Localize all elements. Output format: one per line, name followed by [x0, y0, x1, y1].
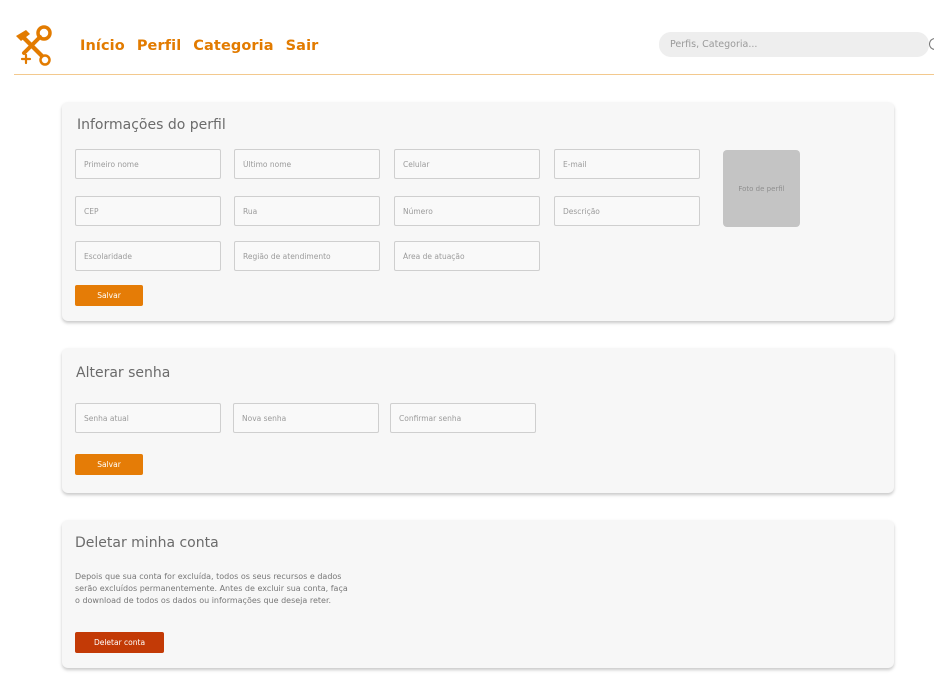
delete-description: Depois que sua conta for excluída, todos…: [75, 571, 395, 607]
profile-info-card: Informações do perfil Foto de perfil Sal…: [62, 102, 894, 321]
current-password-field[interactable]: [75, 403, 221, 433]
area-field[interactable]: [394, 241, 540, 271]
new-password-field[interactable]: [233, 403, 379, 433]
delete-description-line: Depois que sua conta for excluída, todos…: [75, 572, 342, 581]
region-field[interactable]: [234, 241, 380, 271]
first-name-field[interactable]: [75, 149, 221, 179]
nav-inicio[interactable]: Início: [80, 38, 125, 54]
search-icon[interactable]: [929, 38, 934, 50]
street-field[interactable]: [234, 196, 380, 226]
confirm-password-field[interactable]: [390, 403, 536, 433]
delete-card-title: Deletar minha conta: [75, 535, 219, 551]
education-field[interactable]: [75, 241, 221, 271]
delete-account-card: Deletar minha conta Depois que sua conta…: [62, 520, 894, 668]
password-card-title: Alterar senha: [76, 365, 171, 381]
cep-field[interactable]: [75, 196, 221, 226]
header-divider: [14, 74, 934, 75]
delete-description-line: o download de todos os dados ou informaç…: [75, 596, 332, 605]
last-name-field[interactable]: [234, 149, 380, 179]
profile-photo-label: Foto de perfil: [738, 184, 785, 193]
nav-perfil[interactable]: Perfil: [137, 38, 181, 54]
nav-categoria[interactable]: Categoria: [193, 38, 273, 54]
email-field[interactable]: [554, 149, 700, 179]
tools-logo-icon[interactable]: [12, 24, 54, 66]
top-header: Início Perfil Categoria Sair: [0, 0, 934, 76]
phone-field[interactable]: [394, 149, 540, 179]
change-password-card: Alterar senha Salvar: [62, 348, 894, 493]
delete-account-button[interactable]: Deletar conta: [75, 632, 164, 653]
number-field[interactable]: [394, 196, 540, 226]
main-nav: Início Perfil Categoria Sair: [80, 38, 318, 54]
search-input[interactable]: [659, 32, 929, 57]
profile-card-title: Informações do perfil: [77, 117, 226, 133]
nav-sair[interactable]: Sair: [286, 38, 319, 54]
save-password-button[interactable]: Salvar: [75, 454, 143, 475]
save-profile-button[interactable]: Salvar: [75, 285, 143, 306]
description-field[interactable]: [554, 196, 700, 226]
delete-description-line: serão excluídos permanentemente. Antes d…: [75, 584, 348, 593]
profile-photo[interactable]: Foto de perfil: [723, 150, 800, 227]
